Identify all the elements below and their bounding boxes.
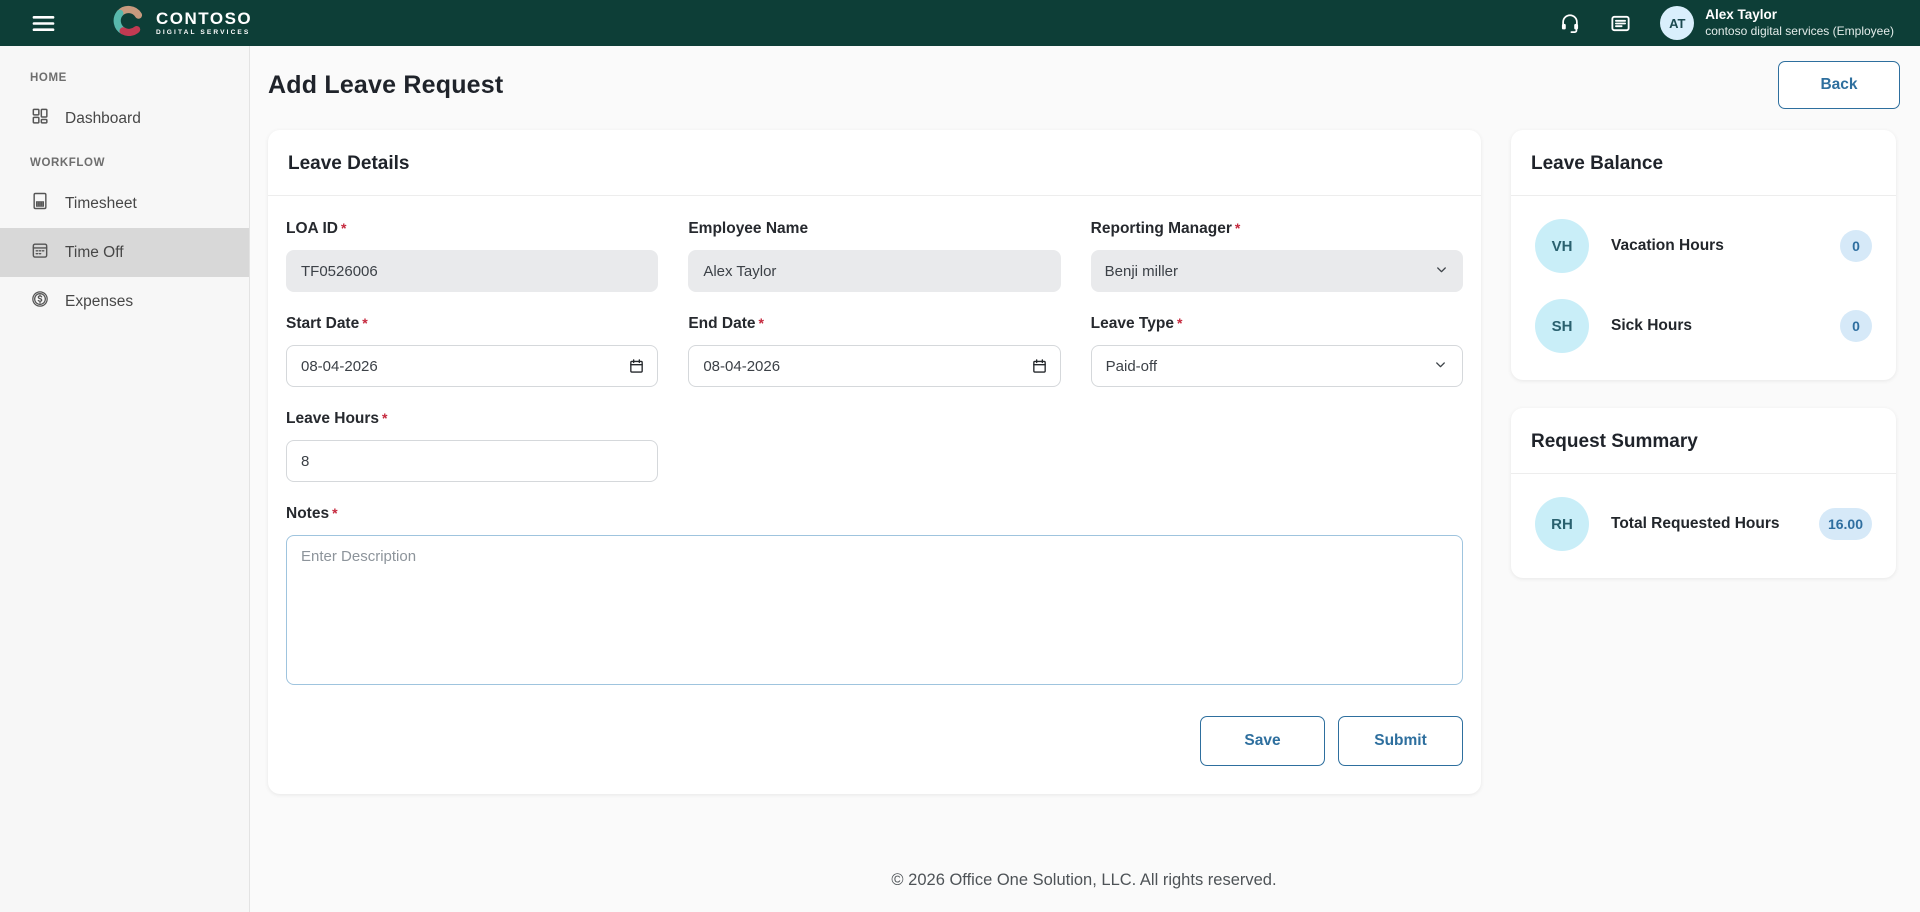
field-label: Start Date [286,315,360,332]
user-name: Alex Taylor [1705,7,1778,23]
avatar[interactable]: AT [1660,6,1695,40]
calendar-icon[interactable] [628,358,645,375]
user-menu[interactable]: AT Alex Taylor contoso digital services … [1660,6,1894,40]
calendar-icon[interactable] [1031,358,1048,375]
field-label: Employee Name [688,220,809,237]
required-marker: * [382,410,388,426]
copyright-text: © 2026 Office One Solution, LLC. All rig… [891,871,1277,889]
sidebar-item-label: Expenses [65,292,134,310]
required-marker: * [340,220,347,236]
field-label: End Date [688,315,756,332]
leave-type-select[interactable]: Paid-off [1090,345,1463,387]
submit-button[interactable]: Submit [1338,716,1463,766]
avatar: VH [1535,219,1589,273]
selected-value: Paid-off [1105,357,1158,375]
leave-details-card: Leave Details LOA ID* Employee Name Repo… [268,130,1481,794]
end-date-field: End Date * [688,315,1061,387]
loa-id-input [286,250,659,292]
leave-hours-input[interactable] [286,440,659,482]
status-badge: 0 [1840,230,1872,262]
calendar-icon [30,240,50,265]
sidebar-item-dashboard[interactable]: Dashboard [0,94,249,143]
dashboard-icon [30,106,50,131]
news-icon[interactable] [1609,12,1632,35]
avatar: SH [1535,299,1589,353]
request-summary-card: Request Summary RH Total Requested Hours… [1511,408,1896,578]
avatar: RH [1535,497,1589,551]
field-label: Leave Hours [286,410,380,427]
chevron-down-icon [1434,262,1449,281]
employee-name-field: Employee Name [688,220,1061,292]
list-item-sick-hours: SH Sick Hours 0 [1511,286,1896,366]
field-label: Leave Type [1090,315,1174,332]
status-badge: 0 [1840,310,1872,342]
start-date-input[interactable] [286,345,659,387]
field-label: Reporting Manager [1090,220,1232,237]
contoso-logo-icon [111,3,147,44]
required-marker: * [362,315,368,331]
loa-id-field: LOA ID * [286,220,659,292]
list-item-total-requested-hours: RH Total Requested Hours 16.00 [1511,484,1896,564]
reporting-manager-select[interactable]: Benji miller [1090,250,1463,292]
user-subtitle: contoso digital services (Employee) [1705,23,1894,38]
chevron-down-icon [1433,357,1448,376]
reporting-manager-field: Reporting Manager * Benji miller [1090,220,1463,292]
hamburger-icon[interactable] [30,10,57,37]
leave-hours-field: Leave Hours * [286,410,659,482]
notes-textarea[interactable] [286,535,1463,685]
leave-balance-card: Leave Balance VH Vacation Hours 0 SH Sic… [1511,130,1896,380]
required-marker: * [1234,220,1241,236]
leave-type-field: Leave Type * Paid-off [1090,315,1463,387]
field-label: LOA ID [286,220,338,237]
sidebar-item-expenses[interactable]: Expenses [0,277,249,326]
employee-name-input [688,250,1061,292]
app-header: CONTOSO DIGITAL SERVICES AT Alex Taylor … [0,0,1920,46]
timesheet-icon [30,191,50,216]
required-marker: * [758,315,764,331]
brand-tagline: DIGITAL SERVICES [156,28,251,36]
sidebar-item-timesheet[interactable]: Timesheet [0,179,249,228]
required-marker: * [1176,315,1183,331]
sidebar-item-label: Dashboard [65,109,141,127]
save-button[interactable]: Save [1200,716,1325,766]
dollar-circle-icon [30,289,50,314]
sidebar-item-time-off[interactable]: Time Off [0,228,249,277]
status-badge: 16.00 [1818,508,1872,540]
required-marker: * [332,505,338,521]
sidebar: HOME Dashboard WORKFLOW Timesheet Time O… [0,46,250,912]
selected-value: Benji miller [1104,262,1179,280]
list-item-vacation-hours: VH Vacation Hours 0 [1511,206,1896,286]
stat-label: Total Requested Hours [1611,515,1780,532]
sidebar-section-workflow: WORKFLOW [30,157,106,169]
brand-logo: CONTOSO DIGITAL SERVICES [111,3,252,44]
notes-field: Notes * [286,505,1463,690]
brand-name: CONTOSO [156,8,253,28]
back-button[interactable]: Back [1778,61,1900,109]
sidebar-item-label: Time Off [65,243,124,261]
page-title: Add Leave Request [268,70,504,99]
end-date-input[interactable] [688,345,1061,387]
sidebar-section-home: HOME [30,72,67,84]
sidebar-item-label: Timesheet [65,194,137,212]
card-title: Leave Balance [1511,130,1896,196]
stat-label: Vacation Hours [1611,237,1724,254]
card-title: Request Summary [1511,408,1896,474]
card-title: Leave Details [268,130,1481,196]
stat-label: Sick Hours [1611,317,1692,334]
headset-icon[interactable] [1559,12,1581,34]
start-date-field: Start Date * [286,315,659,387]
field-label: Notes [286,505,330,522]
